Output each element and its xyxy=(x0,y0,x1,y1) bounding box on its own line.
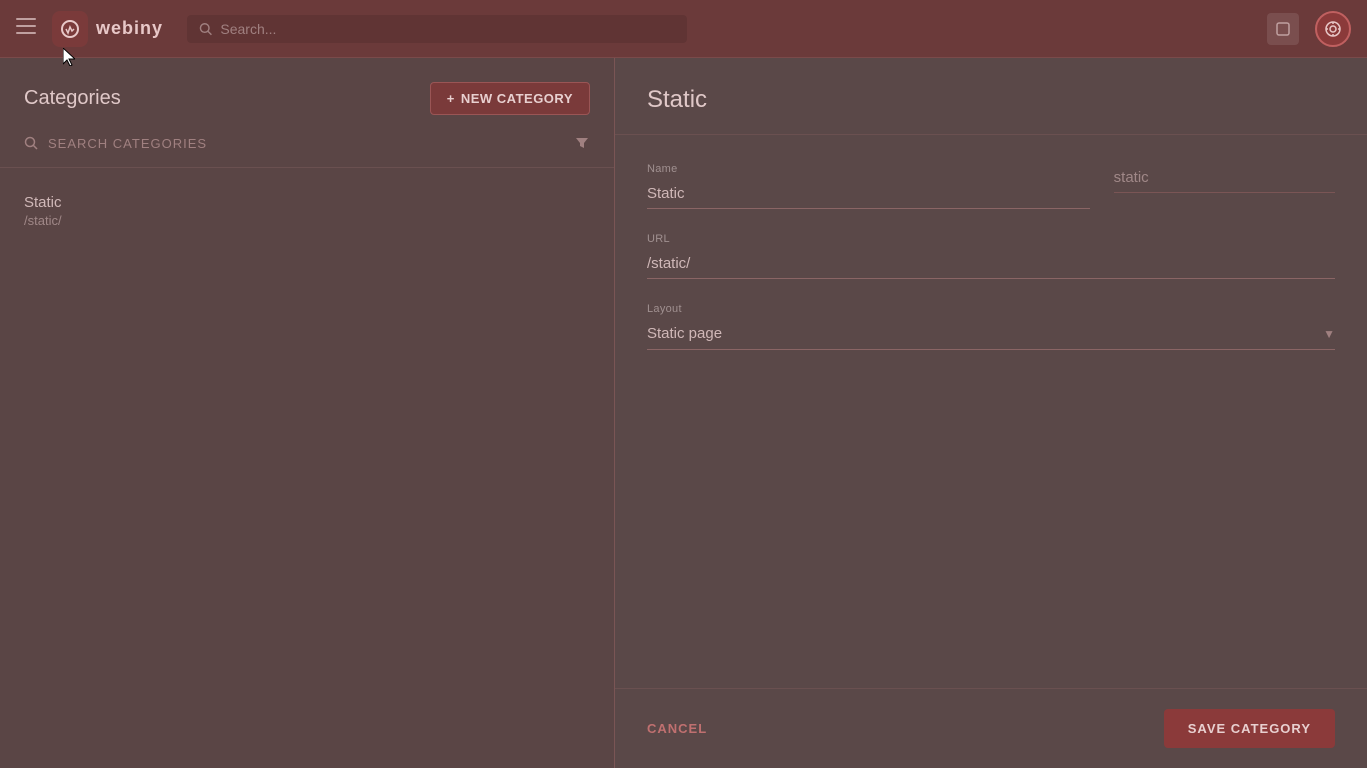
search-bar xyxy=(187,15,687,43)
left-panel-header: Categories + NEW CATEGORY xyxy=(0,58,614,135)
slug-value: static xyxy=(1114,163,1335,193)
cancel-button[interactable]: CANCEL xyxy=(647,721,707,736)
new-category-label: NEW CATEGORY xyxy=(461,91,573,106)
form-body: Name static URL Layout xyxy=(615,135,1367,688)
topbar-right xyxy=(1267,11,1351,47)
logo-icon xyxy=(52,11,88,47)
categories-title: Categories xyxy=(24,87,121,110)
slug-field: static xyxy=(1114,163,1335,209)
layout-row: Layout Static page Default page Full wid… xyxy=(647,303,1335,350)
layout-select[interactable]: Static page Default page Full width page xyxy=(647,325,1335,342)
name-label: Name xyxy=(647,163,1090,175)
global-search-input[interactable] xyxy=(220,21,675,37)
main-content: Categories + NEW CATEGORY Static /static… xyxy=(0,58,1367,768)
name-input[interactable] xyxy=(647,179,1090,209)
filter-icon[interactable] xyxy=(574,135,590,151)
category-search-bar xyxy=(0,135,614,168)
name-field: Name xyxy=(647,163,1090,209)
layout-label: Layout xyxy=(647,303,1335,315)
layout-field: Layout Static page Default page Full wid… xyxy=(647,303,1335,350)
plus-icon: + xyxy=(447,91,455,106)
save-category-button[interactable]: SAVE CATEGORY xyxy=(1164,709,1335,748)
menu-icon[interactable] xyxy=(16,18,36,39)
form-title: Static xyxy=(647,86,1335,114)
name-row: Name static xyxy=(647,163,1335,209)
category-item-url: /static/ xyxy=(24,213,590,228)
category-search-input[interactable] xyxy=(48,136,574,151)
right-panel: Static Name static URL xyxy=(615,58,1367,768)
new-category-button[interactable]: + NEW CATEGORY xyxy=(430,82,590,115)
app-logo[interactable]: webiny xyxy=(52,11,163,47)
list-item[interactable]: Static /static/ xyxy=(0,184,614,238)
topbar: webiny xyxy=(0,0,1367,58)
form-actions: CANCEL SAVE CATEGORY xyxy=(615,688,1367,768)
category-search-icon xyxy=(24,136,38,150)
url-row: URL xyxy=(647,233,1335,279)
layout-select-container: Static page Default page Full width page… xyxy=(647,319,1335,350)
left-panel: Categories + NEW CATEGORY Static /static… xyxy=(0,58,615,768)
categories-list: Static /static/ xyxy=(0,168,614,254)
search-icon xyxy=(199,22,212,36)
url-label: URL xyxy=(647,233,1335,245)
url-input[interactable] xyxy=(647,249,1335,279)
right-panel-header: Static xyxy=(615,58,1367,135)
notification-button[interactable] xyxy=(1267,13,1299,45)
app-name: webiny xyxy=(96,18,163,39)
url-field: URL xyxy=(647,233,1335,279)
user-menu-button[interactable] xyxy=(1315,11,1351,47)
category-item-name: Static xyxy=(24,194,590,211)
